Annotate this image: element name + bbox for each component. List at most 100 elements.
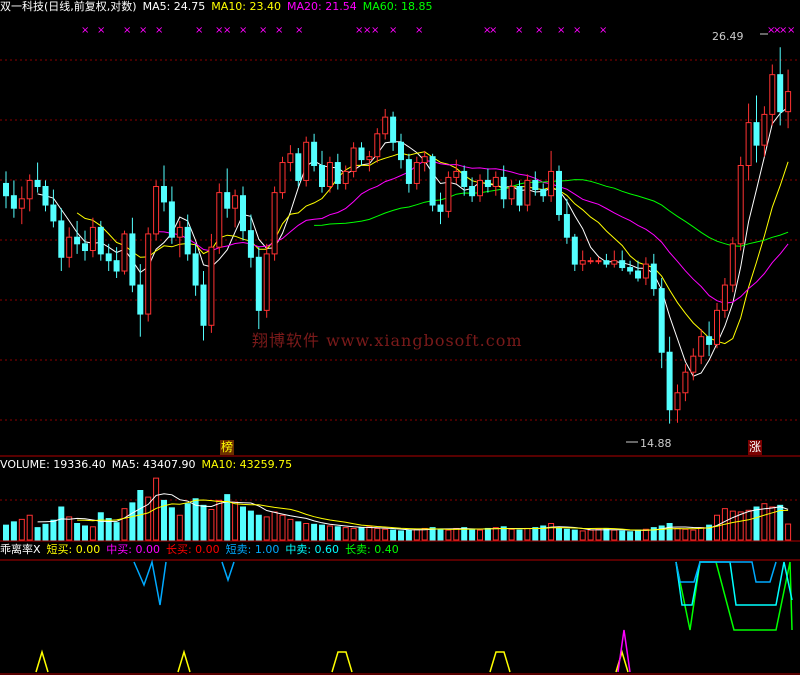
volume-bar — [729, 510, 736, 541]
volume-bar — [785, 523, 792, 541]
volume-bar — [34, 527, 41, 541]
volume-bar — [453, 527, 460, 541]
indicator-signal-line — [221, 561, 235, 583]
candle-body — [74, 236, 81, 245]
rank-marker: 榜 — [220, 440, 235, 455]
volume-bar — [129, 502, 136, 541]
candle-body — [216, 192, 223, 248]
volume-bar — [398, 530, 404, 541]
candle-body — [461, 170, 468, 187]
candlesticks — [3, 47, 792, 424]
mid-sell-readout: 中卖: 0.60 — [285, 543, 340, 556]
candle-body — [682, 371, 689, 394]
candle-body — [279, 162, 286, 194]
volume-bar — [50, 519, 57, 541]
candle-body — [445, 176, 452, 212]
candle-body — [161, 185, 167, 203]
signal-cross: × — [155, 25, 163, 36]
candle-body — [398, 141, 404, 161]
ma20-readout: MA20: 21.54 — [287, 0, 357, 13]
volume-bar — [737, 511, 744, 541]
signal-cross: × — [97, 25, 105, 36]
volume-bar — [303, 523, 310, 541]
candle-body — [97, 226, 104, 255]
volume-bar — [247, 510, 254, 541]
indicator-signal-line — [617, 629, 631, 673]
candle-body — [405, 159, 412, 184]
volume-bar — [611, 529, 618, 541]
volume-bar — [745, 509, 752, 541]
candle-body — [334, 162, 341, 184]
volume-bar — [405, 529, 412, 541]
candle-body — [619, 260, 626, 269]
volume-bar — [168, 507, 175, 541]
candle-body — [524, 179, 531, 206]
candle-body — [453, 170, 460, 178]
long-sell-readout: 长卖: 0.40 — [345, 543, 399, 556]
candle-body — [145, 233, 152, 315]
indicator-signal-line — [177, 649, 191, 673]
volume-bar — [571, 529, 578, 541]
volume-bar — [58, 506, 65, 541]
volume-bars — [3, 477, 792, 541]
candle-body — [247, 230, 254, 258]
signal-cross: × — [599, 25, 607, 36]
signal-cross: × — [259, 25, 267, 36]
volume-bar — [556, 527, 562, 541]
candle-body — [540, 189, 547, 197]
signal-cross: × — [195, 25, 203, 36]
candle-body — [714, 309, 720, 345]
volume-bar — [200, 504, 207, 541]
indicator-name: 乖离率X — [0, 543, 41, 556]
candle-body — [240, 195, 246, 232]
volume-bar — [374, 527, 381, 541]
ma10-readout: MA10: 23.40 — [211, 0, 282, 13]
volume-bar — [113, 522, 120, 541]
volume-bar — [145, 496, 152, 541]
candle-body — [82, 243, 88, 252]
volume-bar — [587, 529, 594, 541]
candle-body — [358, 147, 365, 161]
candle-body — [105, 253, 112, 262]
volume-bar — [319, 524, 325, 541]
volume-bar — [97, 512, 104, 541]
volume-bar — [579, 530, 586, 541]
volume-bar — [342, 527, 349, 541]
candle-body — [674, 392, 681, 411]
volume-bar — [358, 527, 365, 541]
candle-body — [563, 214, 570, 238]
indicator-lines — [35, 559, 793, 673]
candle-body — [721, 284, 728, 311]
volume-bar — [516, 529, 523, 541]
candle-body — [319, 164, 325, 187]
candle-body — [421, 156, 428, 164]
candle-body — [785, 91, 792, 113]
signal-cross: × — [573, 25, 581, 36]
volume-bar — [492, 527, 499, 541]
volume-bar — [255, 514, 262, 541]
signal-cross: × — [557, 25, 565, 36]
candle-body — [26, 179, 33, 200]
candle-body — [153, 185, 160, 235]
candle-body — [271, 192, 278, 255]
volume-bar — [390, 529, 397, 541]
candle-body — [176, 226, 183, 238]
candle-body — [548, 170, 555, 197]
volume-bar — [42, 523, 49, 541]
candle-body — [642, 263, 649, 279]
signal-cross: × — [371, 25, 379, 36]
volume-bar — [26, 514, 33, 541]
watermark: 翔博软件 www.xiangbosoft.com — [252, 331, 523, 350]
candle-body — [382, 116, 389, 135]
volume-bar — [366, 526, 373, 541]
volume-bar — [437, 528, 444, 541]
candle-body — [508, 185, 515, 200]
candle-body — [303, 141, 310, 181]
candle-body — [611, 260, 618, 265]
candle-body — [769, 74, 776, 115]
candle-body — [34, 179, 41, 187]
candle-body — [224, 192, 231, 209]
signal-cross: × — [223, 25, 231, 36]
candle-body — [18, 198, 25, 209]
volume-bar — [232, 501, 239, 541]
